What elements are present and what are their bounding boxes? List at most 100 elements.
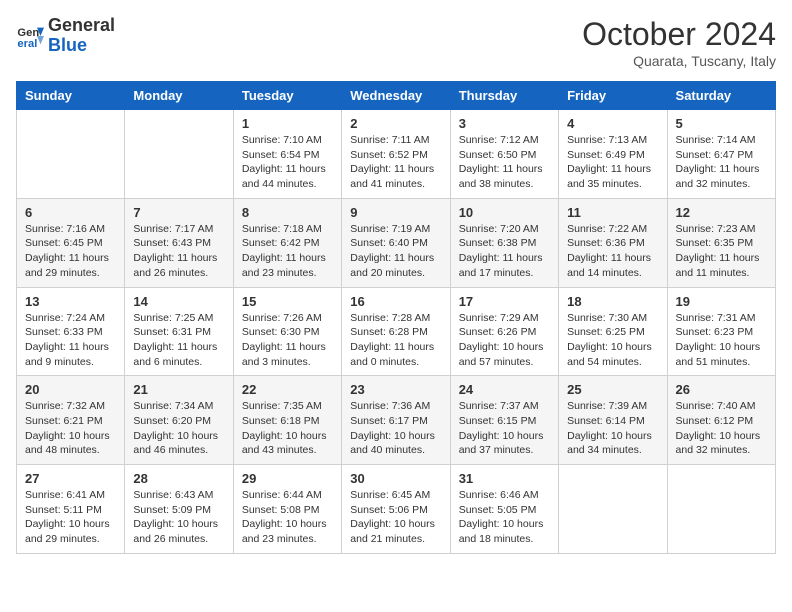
calendar-cell <box>125 110 233 199</box>
day-number: 26 <box>676 382 767 397</box>
calendar-cell: 18Sunrise: 7:30 AMSunset: 6:25 PMDayligh… <box>559 287 667 376</box>
svg-text:eral: eral <box>17 38 37 50</box>
logo-text: General Blue <box>48 16 115 56</box>
cell-content: Sunrise: 7:39 AMSunset: 6:14 PMDaylight:… <box>567 399 658 458</box>
cell-content: Sunrise: 7:23 AMSunset: 6:35 PMDaylight:… <box>676 222 767 281</box>
day-number: 5 <box>676 116 767 131</box>
day-number: 23 <box>350 382 441 397</box>
day-number: 9 <box>350 205 441 220</box>
cell-content: Sunrise: 7:31 AMSunset: 6:23 PMDaylight:… <box>676 311 767 370</box>
weekday-header: Sunday <box>17 82 125 110</box>
calendar-cell: 29Sunrise: 6:44 AMSunset: 5:08 PMDayligh… <box>233 465 341 554</box>
calendar-week-row: 1Sunrise: 7:10 AMSunset: 6:54 PMDaylight… <box>17 110 776 199</box>
day-number: 16 <box>350 294 441 309</box>
cell-content: Sunrise: 7:32 AMSunset: 6:21 PMDaylight:… <box>25 399 116 458</box>
cell-content: Sunrise: 7:11 AMSunset: 6:52 PMDaylight:… <box>350 133 441 192</box>
calendar-cell: 25 Sunrise: 7:39 AMSunset: 6:14 PMDayligh… <box>559 376 667 465</box>
cell-content: Sunrise: 7:25 AMSunset: 6:31 PMDaylight:… <box>133 311 224 370</box>
cell-content: Sunrise: 7:28 AMSunset: 6:28 PMDaylight:… <box>350 311 441 370</box>
cell-content: Sunrise: 6:41 AMSunset: 5:11 PMDaylight:… <box>25 488 116 547</box>
calendar-cell: 12 Sunrise: 7:23 AMSunset: 6:35 PMDayligh… <box>667 198 775 287</box>
cell-content: Sunrise: 7:37 AMSunset: 6:15 PMDaylight:… <box>459 399 550 458</box>
calendar-cell: 26 Sunrise: 7:40 AMSunset: 6:12 PMDayligh… <box>667 376 775 465</box>
cell-content: Sunrise: 6:43 AMSunset: 5:09 PMDaylight:… <box>133 488 224 547</box>
day-number: 6 <box>25 205 116 220</box>
calendar-cell <box>559 465 667 554</box>
day-number: 13 <box>25 294 116 309</box>
day-number: 29 <box>242 471 333 486</box>
calendar-cell: 31Sunrise: 6:46 AMSunset: 5:05 PMDayligh… <box>450 465 558 554</box>
cell-content: Sunrise: 7:22 AMSunset: 6:36 PMDaylight:… <box>567 222 658 281</box>
cell-content: Sunrise: 7:16 AMSunset: 6:45 PMDaylight:… <box>25 222 116 281</box>
calendar-week-row: 13 Sunrise: 7:24 AMSunset: 6:33 PMDayligh… <box>17 287 776 376</box>
calendar-cell: 27 Sunrise: 6:41 AMSunset: 5:11 PMDayligh… <box>17 465 125 554</box>
month-title: October 2024 <box>582 16 776 53</box>
svg-text:Gen: Gen <box>17 27 39 39</box>
calendar-cell: 30 Sunrise: 6:45 AMSunset: 5:06 PMDayligh… <box>342 465 450 554</box>
day-number: 4 <box>567 116 658 131</box>
calendar-cell: 14 Sunrise: 7:25 AMSunset: 6:31 PMDayligh… <box>125 287 233 376</box>
cell-content: Sunrise: 7:14 AMSunset: 6:47 PMDaylight:… <box>676 133 767 192</box>
cell-content: Sunrise: 7:30 AMSunset: 6:25 PMDaylight:… <box>567 311 658 370</box>
day-number: 27 <box>25 471 116 486</box>
calendar-cell: 16 Sunrise: 7:28 AMSunset: 6:28 PMDayligh… <box>342 287 450 376</box>
cell-content: Sunrise: 7:19 AMSunset: 6:40 PMDaylight:… <box>350 222 441 281</box>
cell-content: Sunrise: 7:40 AMSunset: 6:12 PMDaylight:… <box>676 399 767 458</box>
day-number: 15 <box>242 294 333 309</box>
day-number: 19 <box>676 294 767 309</box>
calendar-cell: 9 Sunrise: 7:19 AMSunset: 6:40 PMDaylight… <box>342 198 450 287</box>
day-number: 1 <box>242 116 333 131</box>
day-number: 30 <box>350 471 441 486</box>
logo-icon: Gen eral <box>16 22 44 50</box>
day-number: 2 <box>350 116 441 131</box>
weekday-header: Tuesday <box>233 82 341 110</box>
calendar-cell: 3 Sunrise: 7:12 AMSunset: 6:50 PMDaylight… <box>450 110 558 199</box>
day-number: 11 <box>567 205 658 220</box>
calendar-header-row: SundayMondayTuesdayWednesdayThursdayFrid… <box>17 82 776 110</box>
day-number: 17 <box>459 294 550 309</box>
cell-content: Sunrise: 7:13 AMSunset: 6:49 PMDaylight:… <box>567 133 658 192</box>
day-number: 12 <box>676 205 767 220</box>
cell-content: Sunrise: 7:35 AMSunset: 6:18 PMDaylight:… <box>242 399 333 458</box>
title-block: October 2024 Quarata, Tuscany, Italy <box>582 16 776 69</box>
calendar-table: SundayMondayTuesdayWednesdayThursdayFrid… <box>16 81 776 554</box>
calendar-cell <box>17 110 125 199</box>
day-number: 28 <box>133 471 224 486</box>
weekday-header: Monday <box>125 82 233 110</box>
location-subtitle: Quarata, Tuscany, Italy <box>582 53 776 69</box>
cell-content: Sunrise: 7:34 AMSunset: 6:20 PMDaylight:… <box>133 399 224 458</box>
calendar-cell: 19 Sunrise: 7:31 AMSunset: 6:23 PMDayligh… <box>667 287 775 376</box>
calendar-cell: 15 Sunrise: 7:26 AMSunset: 6:30 PMDayligh… <box>233 287 341 376</box>
weekday-header: Friday <box>559 82 667 110</box>
day-number: 20 <box>25 382 116 397</box>
calendar-cell: 11 Sunrise: 7:22 AMSunset: 6:36 PMDayligh… <box>559 198 667 287</box>
calendar-cell <box>667 465 775 554</box>
day-number: 8 <box>242 205 333 220</box>
day-number: 24 <box>459 382 550 397</box>
cell-content: Sunrise: 7:36 AMSunset: 6:17 PMDaylight:… <box>350 399 441 458</box>
calendar-cell: 2 Sunrise: 7:11 AMSunset: 6:52 PMDaylight… <box>342 110 450 199</box>
calendar-week-row: 6 Sunrise: 7:16 AMSunset: 6:45 PMDaylight… <box>17 198 776 287</box>
weekday-header: Saturday <box>667 82 775 110</box>
calendar-cell: 28 Sunrise: 6:43 AMSunset: 5:09 PMDayligh… <box>125 465 233 554</box>
cell-content: Sunrise: 7:24 AMSunset: 6:33 PMDaylight:… <box>25 311 116 370</box>
calendar-cell: 6 Sunrise: 7:16 AMSunset: 6:45 PMDaylight… <box>17 198 125 287</box>
calendar-cell: 5 Sunrise: 7:14 AMSunset: 6:47 PMDaylight… <box>667 110 775 199</box>
cell-content: Sunrise: 6:45 AMSunset: 5:06 PMDaylight:… <box>350 488 441 547</box>
calendar-cell: 13 Sunrise: 7:24 AMSunset: 6:33 PMDayligh… <box>17 287 125 376</box>
day-number: 25 <box>567 382 658 397</box>
day-number: 3 <box>459 116 550 131</box>
cell-content: Sunrise: 7:29 AMSunset: 6:26 PMDaylight:… <box>459 311 550 370</box>
calendar-week-row: 27 Sunrise: 6:41 AMSunset: 5:11 PMDayligh… <box>17 465 776 554</box>
calendar-cell: 4 Sunrise: 7:13 AMSunset: 6:49 PMDaylight… <box>559 110 667 199</box>
day-number: 14 <box>133 294 224 309</box>
day-number: 31 <box>459 471 550 486</box>
day-number: 7 <box>133 205 224 220</box>
calendar-cell: 24 Sunrise: 7:37 AMSunset: 6:15 PMDayligh… <box>450 376 558 465</box>
calendar-cell: 8 Sunrise: 7:18 AMSunset: 6:42 PMDaylight… <box>233 198 341 287</box>
cell-content: Sunrise: 7:26 AMSunset: 6:30 PMDaylight:… <box>242 311 333 370</box>
cell-content: Sunrise: 7:18 AMSunset: 6:42 PMDaylight:… <box>242 222 333 281</box>
calendar-cell: 23 Sunrise: 7:36 AMSunset: 6:17 PMDayligh… <box>342 376 450 465</box>
cell-content: Sunrise: 7:12 AMSunset: 6:50 PMDaylight:… <box>459 133 550 192</box>
calendar-cell: 17 Sunrise: 7:29 AMSunset: 6:26 PMDayligh… <box>450 287 558 376</box>
